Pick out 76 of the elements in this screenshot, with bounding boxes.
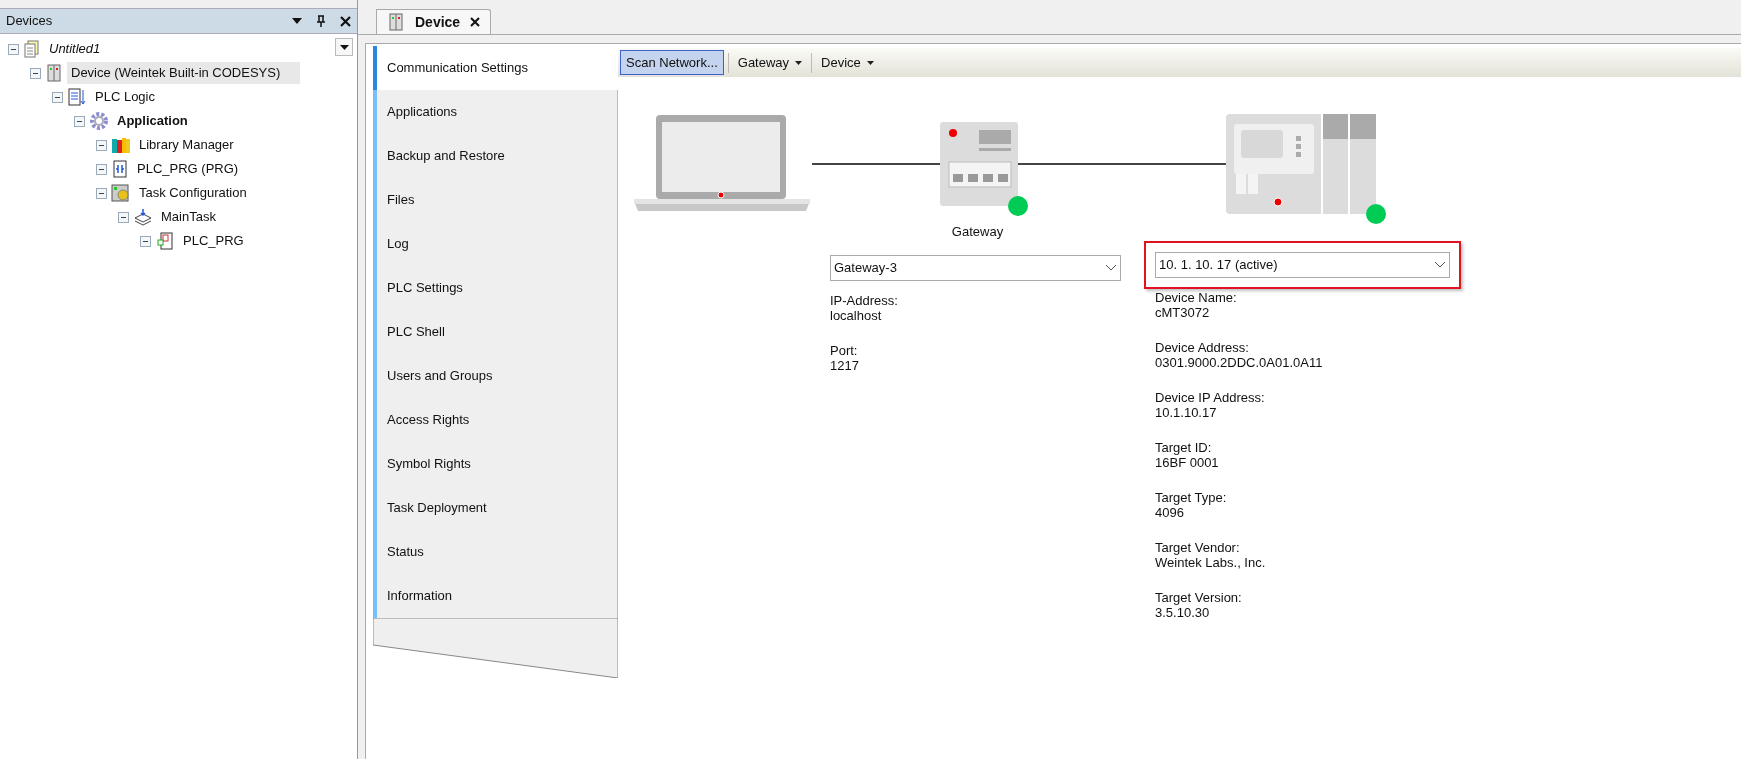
side-tab[interactable]: Task Deployment (373, 486, 618, 530)
editor-tab[interactable]: Device (376, 9, 492, 34)
layers-icon (133, 208, 153, 226)
caret-down-icon (795, 60, 803, 65)
collapse-toggle[interactable] (96, 163, 107, 175)
collapse-toggle[interactable] (140, 235, 151, 247)
collapse-toggle[interactable] (96, 139, 107, 151)
caret-down-icon (339, 44, 349, 50)
device-combobox[interactable]: Gateway-3 (830, 254, 1121, 281)
detail-label: IP-Address: (830, 292, 899, 308)
tree-item[interactable]: Library Manager (135, 134, 238, 156)
document-icon (67, 88, 87, 106)
pin-icon[interactable] (316, 15, 326, 27)
detail-value: 16BF 0001 (1155, 455, 1220, 470)
collapse-toggle[interactable] (118, 211, 129, 223)
side-tab[interactable]: Users and Groups (373, 354, 618, 398)
detail-label: Target Version: (1155, 590, 1243, 605)
chevron-down-icon (1105, 263, 1117, 272)
side-tab[interactable]: PLC Shell (373, 310, 618, 354)
toolbar-button[interactable]: Gateway (732, 50, 808, 75)
detail-label: Port: (830, 342, 859, 358)
side-tab[interactable]: Access Rights (373, 398, 618, 442)
tree-item[interactable]: Application (113, 110, 192, 132)
toolbar-button[interactable]: Scan Network... (620, 50, 724, 75)
toolbar-button[interactable]: Device (816, 50, 879, 75)
detail-value: 0301.9000.2DDC.0A01.0A11 (1155, 355, 1324, 370)
side-tab[interactable]: Log (373, 222, 618, 266)
document-icon (23, 40, 41, 58)
side-tab[interactable]: PLC Settings (373, 266, 618, 310)
caret-down-icon (866, 60, 874, 65)
detail-value: cMT3072 (1155, 305, 1211, 320)
tree-item[interactable]: PLC_PRG (PRG) (133, 158, 243, 180)
tree-item[interactable]: Untitled1 (45, 38, 105, 60)
detail-value: 3.5.10.30 (1155, 605, 1211, 620)
detail-value: 1217 (830, 357, 860, 373)
gateway-label: Gateway (951, 223, 1004, 241)
collapse-toggle[interactable] (96, 187, 107, 199)
gear-icon (89, 111, 109, 131)
tree-item[interactable]: Task Configuration (135, 182, 251, 204)
device-icon (45, 64, 63, 82)
detail-value: 10.1.10.17 (1155, 405, 1218, 420)
collapse-toggle[interactable] (52, 91, 63, 103)
side-tab[interactable]: Backup and Restore (373, 134, 618, 178)
side-tab[interactable]: Information (373, 574, 618, 618)
program-call-icon (155, 232, 175, 250)
detail-label: Device Address: (1155, 340, 1250, 355)
panel-title: Devices (6, 12, 54, 31)
tree-item[interactable]: PLC_PRG (179, 230, 248, 252)
device-icon (387, 13, 405, 31)
tree-item[interactable]: PLC Logic (91, 86, 159, 108)
detail-label: Target ID: (1155, 440, 1213, 455)
close-icon[interactable] (470, 17, 481, 27)
program-icon (111, 160, 129, 178)
detail-value: localhost (830, 307, 883, 323)
books-icon (111, 136, 131, 154)
detail-label: Target Vendor: (1155, 540, 1241, 555)
device-combobox[interactable]: 10. 1. 10. 17 (active) (1155, 252, 1450, 278)
detail-label: Target Type: (1155, 490, 1228, 505)
tree-item[interactable]: Device (Weintek Built-in CODESYS) (67, 62, 301, 84)
detail-label: Device Name: (1155, 290, 1238, 305)
side-tab[interactable]: Applications (373, 90, 618, 134)
task-configuration-icon (111, 184, 131, 202)
detail-value: 4096 (1155, 505, 1185, 520)
collapse-toggle[interactable] (8, 43, 19, 55)
chevron-down-icon (1434, 261, 1446, 269)
detail-value: Weintek Labs., Inc. (1155, 555, 1267, 570)
side-tab[interactable]: Files (373, 178, 618, 222)
detail-label: Device IP Address: (1155, 390, 1266, 405)
dropdown-button[interactable] (335, 38, 353, 56)
collapse-toggle[interactable] (30, 67, 41, 79)
side-tab[interactable]: Status (373, 530, 618, 574)
side-tab[interactable]: Symbol Rights (373, 442, 618, 486)
close-icon[interactable] (340, 15, 351, 27)
collapse-toggle[interactable] (74, 115, 85, 127)
caret-down-icon[interactable] (292, 18, 302, 24)
tree-item[interactable]: MainTask (157, 206, 220, 228)
